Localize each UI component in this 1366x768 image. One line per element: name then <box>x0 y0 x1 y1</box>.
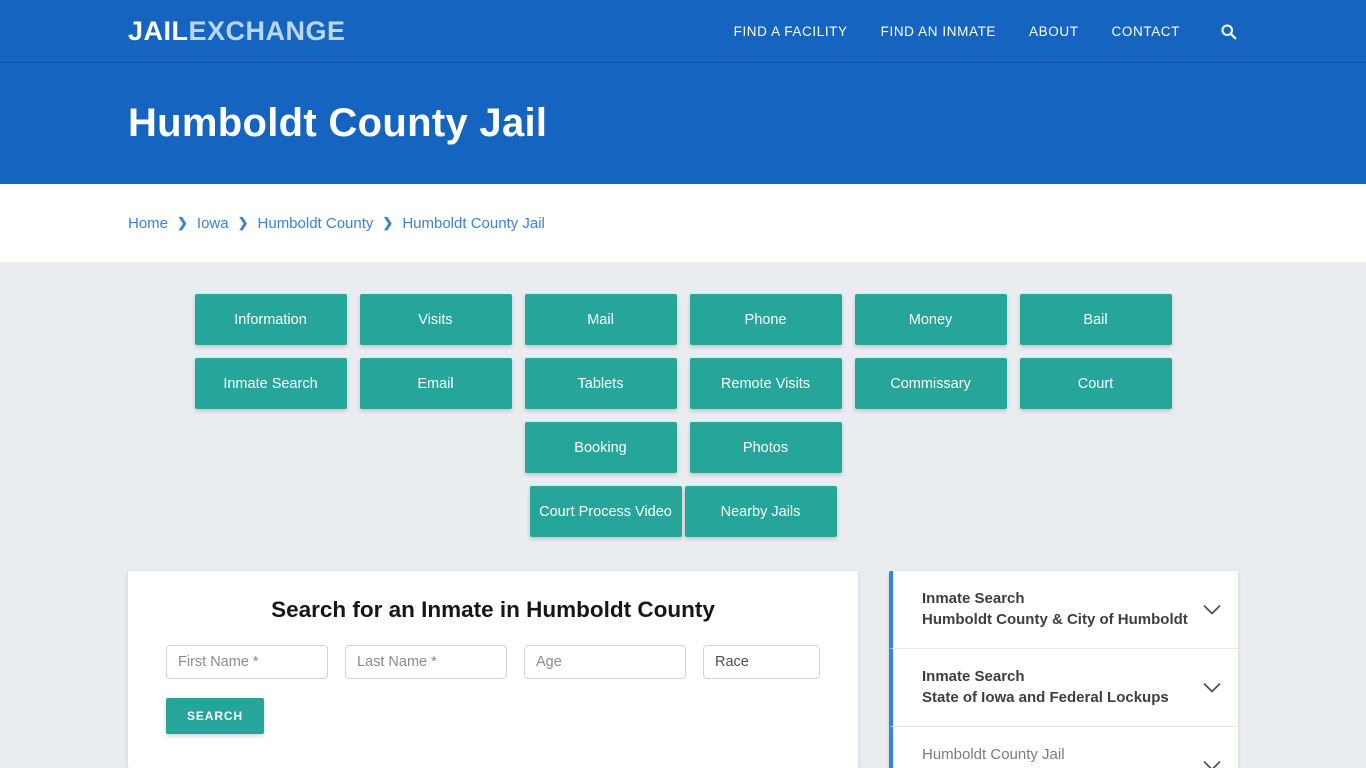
logo-text-exchange: EXCHANGE <box>188 15 346 46</box>
main-nav: FIND A FACILITY FIND AN INMATE ABOUT CON… <box>734 21 1238 41</box>
inmate-search-fields: Race <box>148 645 838 679</box>
quick-links-grid: Information Visits Mail Phone Money Bail… <box>128 294 1238 537</box>
content-columns: Search for an Inmate in Humboldt County … <box>128 571 1238 768</box>
age-input[interactable] <box>524 645 686 679</box>
tile-mail[interactable]: Mail <box>524 294 677 345</box>
accordion-item-line1: Inmate Search <box>922 590 1025 607</box>
inmate-search-card: Search for an Inmate in Humboldt County … <box>128 571 858 768</box>
chevron-down-icon[interactable] <box>1202 600 1222 620</box>
tile-remote-visits[interactable]: Remote Visits <box>689 358 842 409</box>
nav-item-about[interactable]: ABOUT <box>1029 24 1079 39</box>
quick-links-row-3: Court Process Video Nearby Jails <box>128 486 1238 537</box>
tile-information[interactable]: Information <box>194 294 347 345</box>
race-select[interactable]: Race <box>703 645 820 679</box>
left-column: Search for an Inmate in Humboldt County … <box>128 571 858 768</box>
last-name-input[interactable] <box>345 645 507 679</box>
breadcrumb-band: Home ❯ Iowa ❯ Humboldt County ❯ Humboldt… <box>0 184 1366 262</box>
tile-booking[interactable]: Booking <box>524 422 677 473</box>
nav-item-contact[interactable]: CONTACT <box>1112 24 1180 39</box>
nav-item-find-a-facility[interactable]: FIND A FACILITY <box>734 24 848 39</box>
accordion-item-text: Inmate Search Humboldt County & City of … <box>922 589 1192 630</box>
chevron-down-icon[interactable] <box>1202 756 1222 768</box>
tile-nearby-jails[interactable]: Nearby Jails <box>684 486 837 537</box>
tile-court-process-video[interactable]: Court Process Video <box>529 486 682 537</box>
accordion-item-contact-information[interactable]: Humboldt County Jail Contact Information <box>889 727 1238 768</box>
tile-phone[interactable]: Phone <box>689 294 842 345</box>
tile-bail[interactable]: Bail <box>1019 294 1172 345</box>
sidebar-accordion: Inmate Search Humboldt County & City of … <box>889 571 1238 768</box>
nav-item-find-an-inmate[interactable]: FIND AN INMATE <box>881 24 996 39</box>
search-icon[interactable] <box>1218 21 1238 41</box>
chevron-right-icon: ❯ <box>237 214 249 230</box>
breadcrumb-item-iowa[interactable]: Iowa <box>197 215 229 232</box>
page-title: Humboldt County Jail <box>128 101 548 145</box>
accordion-item-line1: Humboldt County Jail <box>922 746 1065 764</box>
right-column: Inmate Search Humboldt County & City of … <box>889 571 1238 768</box>
accordion-item-inmate-search-county[interactable]: Inmate Search Humboldt County & City of … <box>889 571 1238 650</box>
tile-photos[interactable]: Photos <box>689 422 842 473</box>
breadcrumb: Home ❯ Iowa ❯ Humboldt County ❯ Humboldt… <box>128 215 545 232</box>
accordion-item-text: Inmate Search State of Iowa and Federal … <box>922 667 1192 708</box>
site-logo[interactable]: JAILEXCHANGE <box>128 15 346 46</box>
chevron-right-icon: ❯ <box>177 214 188 230</box>
accordion-item-line1: Inmate Search <box>922 668 1025 686</box>
breadcrumb-item-home[interactable]: Home <box>128 215 168 232</box>
logo-text-jail: JAIL <box>128 15 189 46</box>
tile-commissary[interactable]: Commissary <box>854 358 1007 409</box>
chevron-right-icon: ❯ <box>382 214 394 230</box>
search-submit-button[interactable]: SEARCH <box>166 698 264 734</box>
tile-visits[interactable]: Visits <box>359 294 512 345</box>
breadcrumb-item-humboldt-county[interactable]: Humboldt County <box>258 215 374 232</box>
accordion-item-inmate-search-state[interactable]: Inmate Search State of Iowa and Federal … <box>889 649 1238 728</box>
inmate-search-heading: Search for an Inmate in Humboldt County <box>271 597 715 622</box>
first-name-input[interactable] <box>166 645 328 679</box>
chevron-down-icon[interactable] <box>1202 678 1222 698</box>
top-navigation-bar: JAILEXCHANGE FIND A FACILITY FIND AN INM… <box>0 0 1366 63</box>
main-content: Information Visits Mail Phone Money Bail… <box>0 262 1366 768</box>
breadcrumb-item-humboldt-county-jail[interactable]: Humboldt County Jail <box>402 215 545 232</box>
accordion-item-line2: Humboldt County & City of Humboldt <box>922 610 1188 628</box>
tile-inmate-search[interactable]: Inmate Search <box>194 358 347 409</box>
accordion-item-text: Humboldt County Jail Contact Information <box>922 745 1192 768</box>
accordion-item-line2: State of Iowa and Federal Lockups <box>922 688 1169 706</box>
tile-tablets[interactable]: Tablets <box>524 358 677 409</box>
tile-court[interactable]: Court <box>1019 358 1172 409</box>
page-banner: Humboldt County Jail <box>0 63 1366 184</box>
tile-email[interactable]: Email <box>359 358 512 409</box>
tile-money[interactable]: Money <box>854 294 1007 345</box>
